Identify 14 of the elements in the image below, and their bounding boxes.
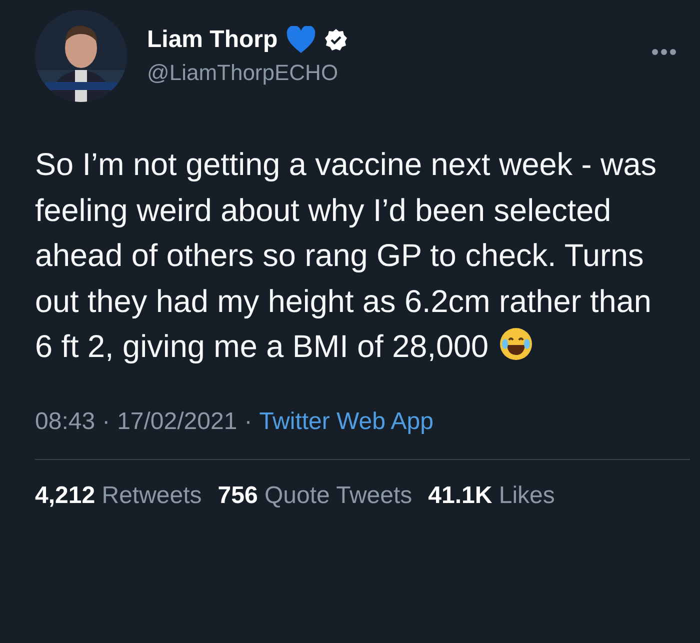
tweet-date: 17/02/2021	[117, 408, 238, 436]
author-handle[interactable]: @LiamThorpECHO	[147, 60, 631, 86]
author-name[interactable]: Liam Thorp	[147, 26, 278, 54]
separator: ·	[102, 408, 110, 436]
separator: ·	[244, 408, 252, 436]
stat-link[interactable]: 756 Quote Tweets	[218, 482, 412, 510]
source-link[interactable]: Twitter Web App	[259, 408, 434, 436]
stat-link[interactable]: 41.1K Likes	[428, 482, 555, 510]
heart-icon	[286, 26, 316, 54]
tweet-time: 08:43	[35, 408, 96, 436]
more-options-icon[interactable]	[651, 48, 677, 56]
laughing-emoji-icon	[498, 327, 533, 361]
stat-link[interactable]: 4,212 Retweets	[35, 482, 202, 510]
tweet-text: So I’m not getting a vaccine next week - was feeling weird about why I’d been selected ahead of others so rang GP to check. Turns out they had my height as 6.2cm rather than 6 ft 2, giving me a BMI of 28,000	[35, 145, 658, 366]
